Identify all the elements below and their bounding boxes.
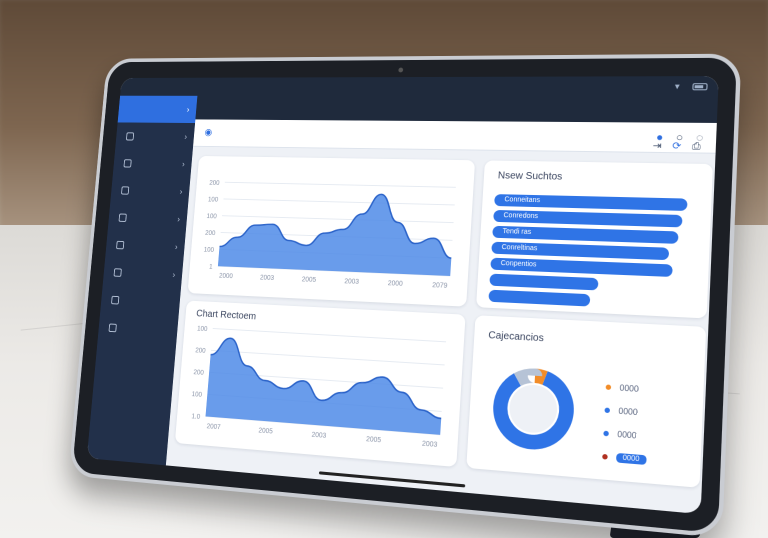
donut-panel: Cajecancios 0000 0000 0000 0000 <box>466 315 707 488</box>
print-icon[interactable]: ⎙ <box>692 141 701 152</box>
main-area: ◉ ● ○ ◌ 200 100 100 200 100 1 2000 2003 2005 2003… <box>166 95 718 514</box>
legend-label: 0000 <box>619 383 639 394</box>
legend-dot <box>603 430 609 437</box>
users-icon <box>121 185 130 195</box>
top-chart-y-tick: 200 <box>205 230 216 237</box>
sidebar-item-5[interactable]: › <box>105 230 185 261</box>
bottom-chart-y-tick: 100 <box>191 391 202 399</box>
legend-label: 0000 <box>618 406 638 418</box>
bottom-area-chart: 100 200 200 100 1.0 2007 2005 2003 2005 2003 <box>191 326 466 449</box>
bottom-chart-panel: Chart Rectoem 100 200 200 100 1.0 2007 2005 200… <box>174 300 466 468</box>
top-chart-gridline <box>225 182 456 187</box>
legend-label: 0000 <box>617 429 637 441</box>
donut-center <box>508 383 559 435</box>
list-icon <box>113 267 122 277</box>
status-panel: ⇥ ⟳ ⎙ Nsew Suchtos Conneitans Conredons Te… <box>476 141 713 319</box>
bottom-chart-x-tick: 2005 <box>366 436 382 444</box>
bottom-chart-y-tick: 1.0 <box>191 413 200 421</box>
chart-icon <box>123 158 132 168</box>
status-bar-row[interactable]: Conredons <box>493 209 683 228</box>
sidebar-item-2[interactable]: › <box>113 149 193 178</box>
sidebar-item-3[interactable]: › <box>110 176 190 205</box>
status-bar-row[interactable] <box>488 289 591 307</box>
status-bar: ▾ <box>120 76 719 97</box>
grid-icon <box>125 131 135 141</box>
top-chart-x-tick: 2079 <box>432 282 448 290</box>
bottom-chart-x-tick: 2007 <box>206 423 221 431</box>
top-chart-panel: 200 100 100 200 100 1 2000 2003 2005 2003 2000 2079 <box>187 155 476 307</box>
tablet-device: ▾ › › › › › › › ◉ ● ○ ◌ 200 100 100 200 … <box>68 53 742 538</box>
legend-dot <box>605 384 612 391</box>
top-chart-y-tick: 100 <box>206 213 217 220</box>
top-chart-x-tick: 2000 <box>219 273 233 280</box>
sidebar-item-8[interactable] <box>98 313 179 346</box>
top-chart-x-tick: 2005 <box>301 276 316 283</box>
donut-chart <box>466 315 706 488</box>
chevron-right-icon: › <box>179 186 183 197</box>
tablet-wrap: ▾ › › › › › › › ◉ ● ○ ◌ 200 100 100 200 … <box>40 40 742 538</box>
status-panel-title: Nsew Suchtos <box>497 170 563 183</box>
top-chart-x-tick: 2003 <box>260 275 275 282</box>
chevron-right-icon: › <box>186 104 190 114</box>
bottom-chart-x-tick: 2003 <box>422 440 438 449</box>
status-bar-row[interactable] <box>489 273 599 291</box>
top-area-chart: 200 100 100 200 100 1 2000 2003 2005 2003 2000 2079 <box>203 180 476 290</box>
share-icon[interactable]: ⇥ <box>652 141 661 152</box>
sidebar-item-6[interactable]: › <box>103 258 184 289</box>
settings-icon <box>116 240 125 249</box>
top-bar <box>195 95 718 123</box>
sidebar-item-0[interactable]: › <box>117 95 198 124</box>
wifi-icon: ▾ <box>674 80 680 91</box>
tablet-screen: ▾ › › › › › › › ◉ ● ○ ◌ 200 100 100 200 … <box>86 76 719 515</box>
top-chart-y-tick: 100 <box>203 247 214 254</box>
bottom-chart-gridline <box>213 328 446 341</box>
panel-icons: ⇥ ⟳ ⎙ <box>652 141 700 153</box>
bottom-chart-gridline <box>211 350 445 365</box>
status-right: ▾ <box>675 81 708 92</box>
top-chart-area-fill <box>217 190 456 276</box>
chevron-right-icon: › <box>172 269 176 280</box>
battery-icon <box>692 82 708 90</box>
top-chart-gridline <box>222 216 454 223</box>
chevron-right-icon: › <box>176 214 181 224</box>
top-chart-y-tick: 1 <box>209 264 213 271</box>
refresh-icon[interactable]: ⟳ <box>672 141 681 152</box>
bottom-chart-x-tick: 2003 <box>311 432 326 440</box>
document-icon <box>118 213 127 222</box>
sidebar-item-4[interactable]: › <box>108 203 188 233</box>
top-chart-gridline <box>223 199 454 205</box>
status-bar-row[interactable]: Tendi ras <box>492 225 679 244</box>
bottom-chart-y-tick: 100 <box>197 326 208 333</box>
top-chart-x-tick: 2000 <box>388 280 404 288</box>
chevron-right-icon: › <box>174 242 178 252</box>
legend-dot <box>602 453 608 460</box>
top-chart-y-tick: 100 <box>208 197 219 204</box>
bottom-chart-x-tick: 2005 <box>258 427 273 435</box>
folder-icon <box>108 323 117 332</box>
top-chart-x-tick: 2003 <box>344 278 359 286</box>
sidebar-item-1[interactable]: › <box>115 122 195 150</box>
top-chart-y-tick: 200 <box>209 180 220 187</box>
chevron-right-icon: › <box>181 159 186 169</box>
chevron-right-icon: › <box>184 132 188 142</box>
globe-icon: ◉ <box>204 127 213 138</box>
sub-header: ◉ ● ○ ◌ <box>193 119 717 154</box>
bottom-chart-y-tick: 200 <box>193 369 204 377</box>
status-bars: Conneitans Conredons Tendi ras Conreltinas C… <box>485 160 713 307</box>
bottom-chart-y-tick: 200 <box>195 347 206 354</box>
camera-dot <box>398 67 404 73</box>
status-bar-row[interactable]: Conneitans <box>494 194 688 211</box>
legend-dot <box>604 407 611 414</box>
sidebar-item-7[interactable] <box>100 285 181 317</box>
status-bar-row[interactable]: Conreltinas <box>491 241 670 261</box>
bell-icon <box>111 295 120 305</box>
